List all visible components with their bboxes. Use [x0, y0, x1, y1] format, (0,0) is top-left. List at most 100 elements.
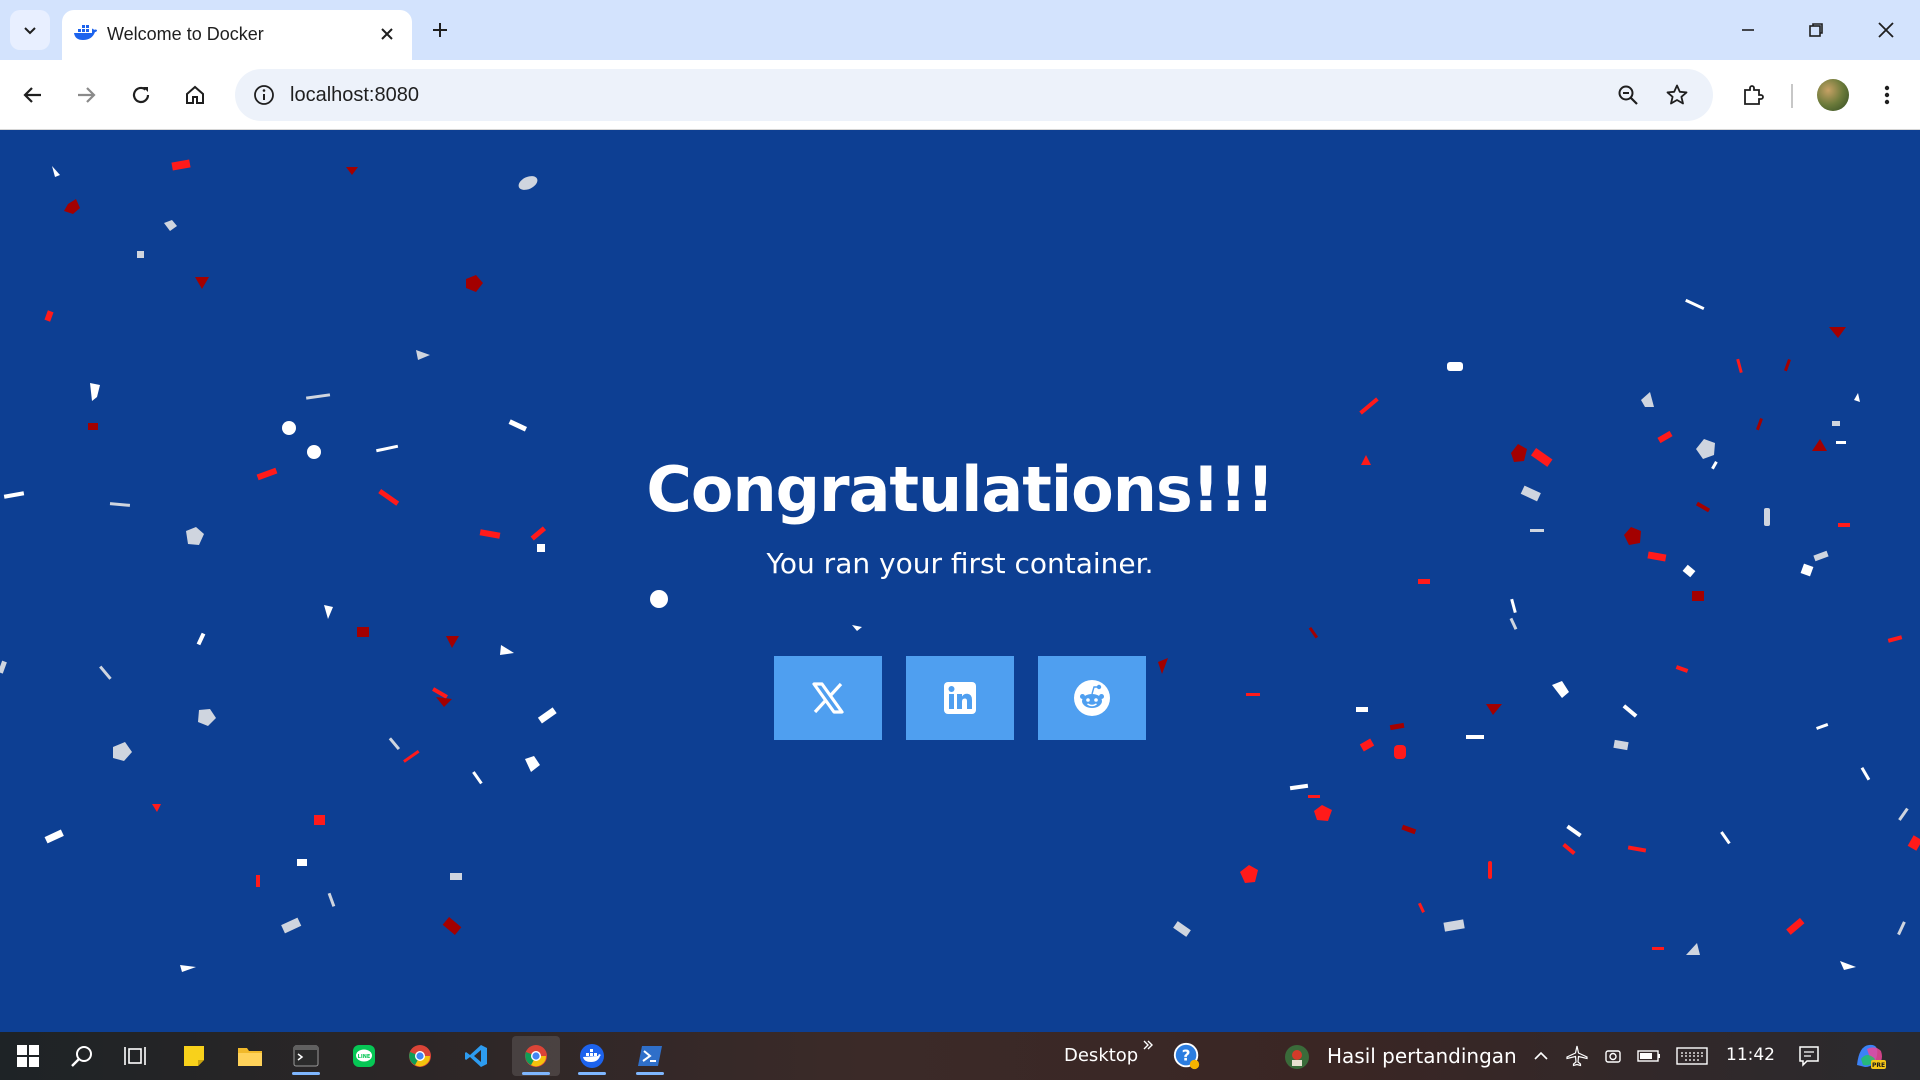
- svg-text:LINE: LINE: [358, 1054, 371, 1060]
- windows-taskbar: LINE Desktop ? Hasil pertandingan 11:42: [0, 1032, 1920, 1080]
- tab-close-button[interactable]: [372, 19, 402, 49]
- minimize-icon: [1742, 29, 1754, 31]
- keyboard-icon: [1676, 1047, 1708, 1065]
- zoom-out-icon: [1618, 85, 1638, 105]
- menu-button[interactable]: [1866, 74, 1908, 116]
- terminal-app[interactable]: [282, 1036, 330, 1076]
- new-tab-button[interactable]: [422, 12, 458, 48]
- url-text[interactable]: localhost:8080: [290, 81, 419, 109]
- restore-button[interactable]: [1782, 0, 1850, 60]
- help-icon: ?: [1173, 1042, 1200, 1070]
- docker-desktop-app[interactable]: [568, 1036, 616, 1076]
- chrome-icon: [409, 1045, 431, 1067]
- news-widget-label[interactable]: Hasil pertandingan: [1327, 1044, 1517, 1068]
- powershell-icon: [638, 1046, 662, 1066]
- football-news-icon: [1285, 1045, 1309, 1069]
- line-app[interactable]: LINE: [340, 1036, 388, 1076]
- terminal-icon: [293, 1045, 319, 1067]
- running-indicator: [522, 1072, 550, 1075]
- puzzle-icon: [1744, 85, 1764, 105]
- chrome-profile-app-active[interactable]: [512, 1036, 560, 1076]
- copilot-icon: PRE: [1857, 1044, 1886, 1069]
- chevron-double-right-icon[interactable]: [1142, 1039, 1154, 1051]
- copilot-button[interactable]: PRE: [1852, 1040, 1888, 1072]
- profile-avatar[interactable]: [1817, 79, 1849, 111]
- clock[interactable]: 11:42: [1726, 1045, 1775, 1065]
- webcam-tray-icon[interactable]: [1598, 1040, 1628, 1072]
- plus-icon: [433, 23, 447, 37]
- battery-tray-icon[interactable]: [1634, 1040, 1664, 1072]
- share-x-button[interactable]: [774, 656, 882, 740]
- zoom-button[interactable]: [1611, 78, 1645, 112]
- tab-title: Welcome to Docker: [107, 24, 264, 44]
- camera-icon: [1605, 1050, 1621, 1063]
- arrow-right-icon: [78, 87, 96, 103]
- reload-button[interactable]: [120, 74, 162, 116]
- search-button[interactable]: [58, 1036, 106, 1076]
- search-icon: [71, 1046, 92, 1067]
- subheading: You ran your first container.: [766, 547, 1154, 580]
- docker-icon: [580, 1044, 604, 1068]
- airplane-mode-tray-icon[interactable]: [1562, 1040, 1592, 1072]
- linkedin-icon: [944, 682, 976, 714]
- task-view-button[interactable]: [112, 1036, 160, 1076]
- task-view-icon: [124, 1047, 146, 1065]
- desktop-toolbar-label[interactable]: Desktop: [1064, 1045, 1138, 1066]
- web-page: Congratulations!!! You ran your first co…: [0, 131, 1920, 1030]
- x-twitter-icon: [812, 682, 844, 714]
- news-widget-icon[interactable]: [1282, 1041, 1312, 1073]
- touch-keyboard-tray-icon[interactable]: [1674, 1040, 1710, 1072]
- active-tab[interactable]: Welcome to Docker: [62, 10, 412, 60]
- docker-whale-icon: [74, 25, 97, 40]
- sticky-notes-app[interactable]: [170, 1036, 218, 1076]
- folder-icon: [238, 1048, 262, 1066]
- file-explorer-app[interactable]: [226, 1036, 274, 1076]
- close-icon: [1878, 22, 1894, 38]
- running-indicator: [292, 1072, 320, 1075]
- vscode-icon: [465, 1045, 487, 1067]
- home-button[interactable]: [174, 74, 216, 116]
- reddit-icon: [1074, 680, 1110, 716]
- congratulations-heading: Congratulations!!!: [646, 453, 1274, 526]
- svg-text:?: ?: [1182, 1047, 1191, 1065]
- share-reddit-button[interactable]: [1038, 656, 1146, 740]
- close-window-button[interactable]: [1852, 0, 1920, 60]
- bookmark-button[interactable]: [1660, 78, 1694, 112]
- toolbar-separator: [1791, 84, 1793, 108]
- line-chat-icon: LINE: [353, 1045, 375, 1067]
- chrome-icon: [525, 1045, 547, 1067]
- windows-logo-icon: [17, 1045, 39, 1067]
- site-info-button[interactable]: [247, 78, 281, 112]
- help-app[interactable]: ?: [1172, 1040, 1202, 1072]
- running-indicator: [578, 1072, 606, 1075]
- back-button[interactable]: [12, 74, 54, 116]
- tab-search-button[interactable]: [10, 10, 50, 50]
- confetti-decoration: [0, 159, 1920, 972]
- more-vertical-icon: [1884, 85, 1890, 105]
- forward-button[interactable]: [65, 74, 107, 116]
- start-button[interactable]: [4, 1036, 52, 1076]
- browser-toolbar: localhost:8080: [0, 60, 1920, 130]
- minimize-button[interactable]: [1714, 0, 1782, 60]
- extensions-button[interactable]: [1732, 74, 1774, 116]
- chevron-up-icon: [1534, 1051, 1548, 1060]
- restore-icon: [1809, 23, 1823, 37]
- show-hidden-icons-button[interactable]: [1526, 1040, 1556, 1072]
- reload-icon: [132, 86, 150, 104]
- powershell-app[interactable]: [626, 1036, 674, 1076]
- share-linkedin-button[interactable]: [906, 656, 1014, 740]
- vscode-app[interactable]: [452, 1036, 500, 1076]
- browser-tab-strip: Welcome to Docker: [0, 0, 1920, 60]
- close-icon: [381, 28, 393, 40]
- arrow-left-icon: [23, 87, 41, 103]
- address-bar[interactable]: localhost:8080: [235, 69, 1713, 121]
- battery-icon: [1637, 1050, 1660, 1062]
- svg-text:PRE: PRE: [1872, 1062, 1885, 1069]
- notifications-button[interactable]: [1794, 1040, 1824, 1072]
- notification-icon: [1799, 1046, 1819, 1067]
- home-icon: [186, 85, 204, 104]
- star-icon: [1666, 84, 1688, 105]
- chrome-app[interactable]: [396, 1036, 444, 1076]
- info-icon: [254, 85, 274, 105]
- airplane-icon: [1566, 1045, 1588, 1067]
